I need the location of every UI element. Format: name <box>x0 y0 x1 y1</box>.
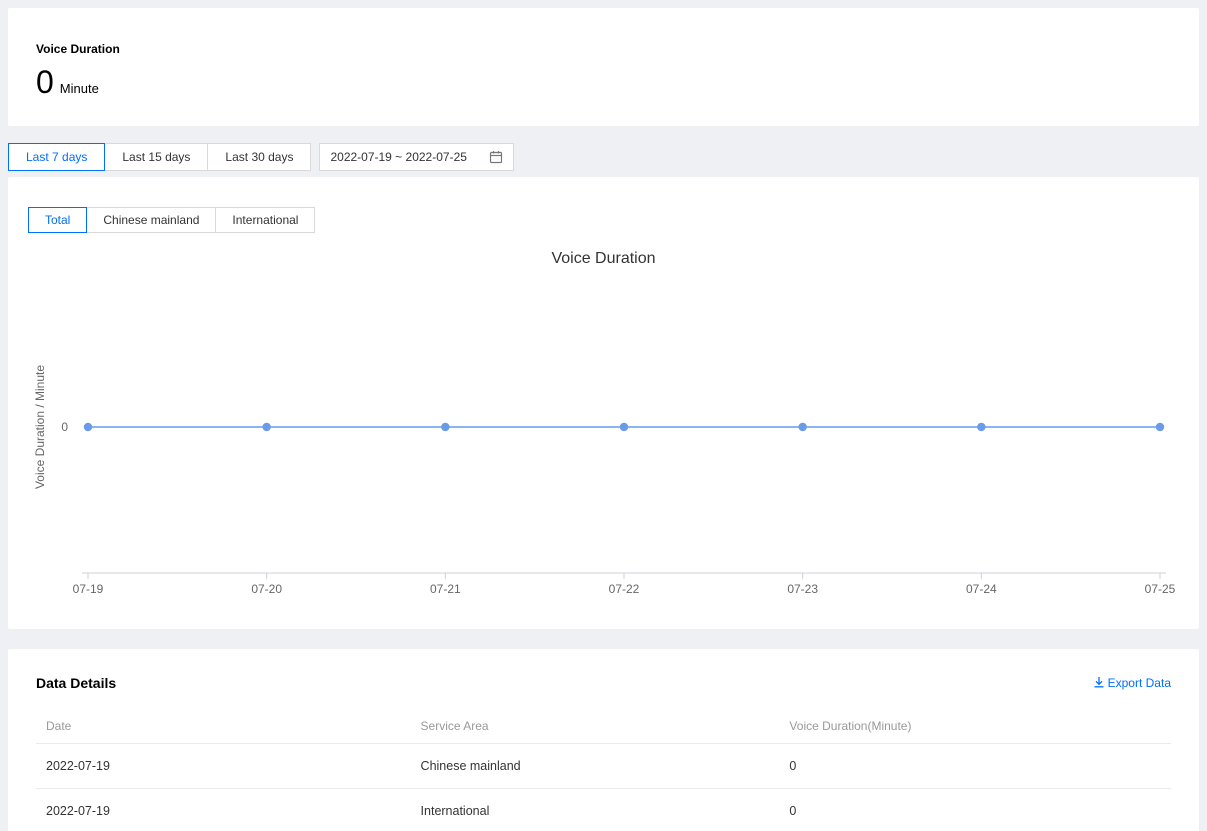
summary-title: Voice Duration <box>36 42 1171 56</box>
date-range-picker[interactable]: 2022-07-19 ~ 2022-07-25 <box>319 143 513 171</box>
column-header-service-area: Service Area <box>411 709 780 744</box>
data-details-table: Date Service Area Voice Duration(Minute)… <box>36 709 1171 831</box>
svg-text:0: 0 <box>61 420 68 434</box>
table-row: 2022-07-19 Chinese mainland 0 <box>36 744 1171 789</box>
svg-text:07-22: 07-22 <box>609 582 640 596</box>
date-range-value: 2022-07-19 ~ 2022-07-25 <box>330 150 466 164</box>
tab-international[interactable]: International <box>215 207 315 233</box>
range-button-last-7-days[interactable]: Last 7 days <box>8 143 105 171</box>
svg-text:07-19: 07-19 <box>73 582 104 596</box>
range-button-last-15-days[interactable]: Last 15 days <box>104 143 208 171</box>
cell-service-area: Chinese mainland <box>411 744 780 789</box>
range-button-last-30-days[interactable]: Last 30 days <box>207 143 311 171</box>
line-chart[interactable]: Voice Duration / Minute 0 07-19 07-20 07-21 0… <box>28 272 1179 602</box>
summary-value: 0 <box>36 66 54 98</box>
cell-date: 2022-07-19 <box>36 744 411 789</box>
svg-text:07-25: 07-25 <box>1145 582 1176 596</box>
date-filter-row: Last 7 days Last 15 days Last 30 days 20… <box>8 143 1199 171</box>
cell-voice-duration: 0 <box>779 744 1171 789</box>
tab-chinese-mainland[interactable]: Chinese mainland <box>86 207 216 233</box>
svg-text:Voice Duration / Minute: Voice Duration / Minute <box>33 365 47 489</box>
summary-unit: Minute <box>60 81 99 96</box>
export-data-label: Export Data <box>1108 676 1171 690</box>
svg-text:07-24: 07-24 <box>966 582 997 596</box>
svg-text:07-21: 07-21 <box>430 582 461 596</box>
column-header-voice-duration: Voice Duration(Minute) <box>779 709 1171 744</box>
details-title: Data Details <box>36 675 116 691</box>
table-row: 2022-07-19 International 0 <box>36 789 1171 831</box>
svg-text:07-20: 07-20 <box>251 582 282 596</box>
export-data-link[interactable]: Export Data <box>1093 676 1171 691</box>
cell-date: 2022-07-19 <box>36 789 411 831</box>
svg-text:07-23: 07-23 <box>787 582 818 596</box>
cell-voice-duration: 0 <box>779 789 1171 831</box>
download-icon <box>1093 676 1105 691</box>
cell-service-area: International <box>411 789 780 831</box>
calendar-icon[interactable] <box>489 150 503 164</box>
table-header-row: Date Service Area Voice Duration(Minute) <box>36 709 1171 744</box>
voice-duration-chart-card: Total Chinese mainland International Voi… <box>8 177 1199 629</box>
tab-total[interactable]: Total <box>28 207 87 233</box>
summary-value-row: 0 Minute <box>36 66 1171 98</box>
chart-title: Voice Duration <box>28 250 1179 268</box>
chart-scope-tabs: Total Chinese mainland International <box>28 207 1179 233</box>
details-header: Data Details Export Data <box>36 675 1171 691</box>
column-header-date: Date <box>36 709 411 744</box>
data-details-card: Data Details Export Data Date Service Ar… <box>8 649 1199 831</box>
voice-duration-summary-card: Voice Duration 0 Minute <box>8 8 1199 126</box>
